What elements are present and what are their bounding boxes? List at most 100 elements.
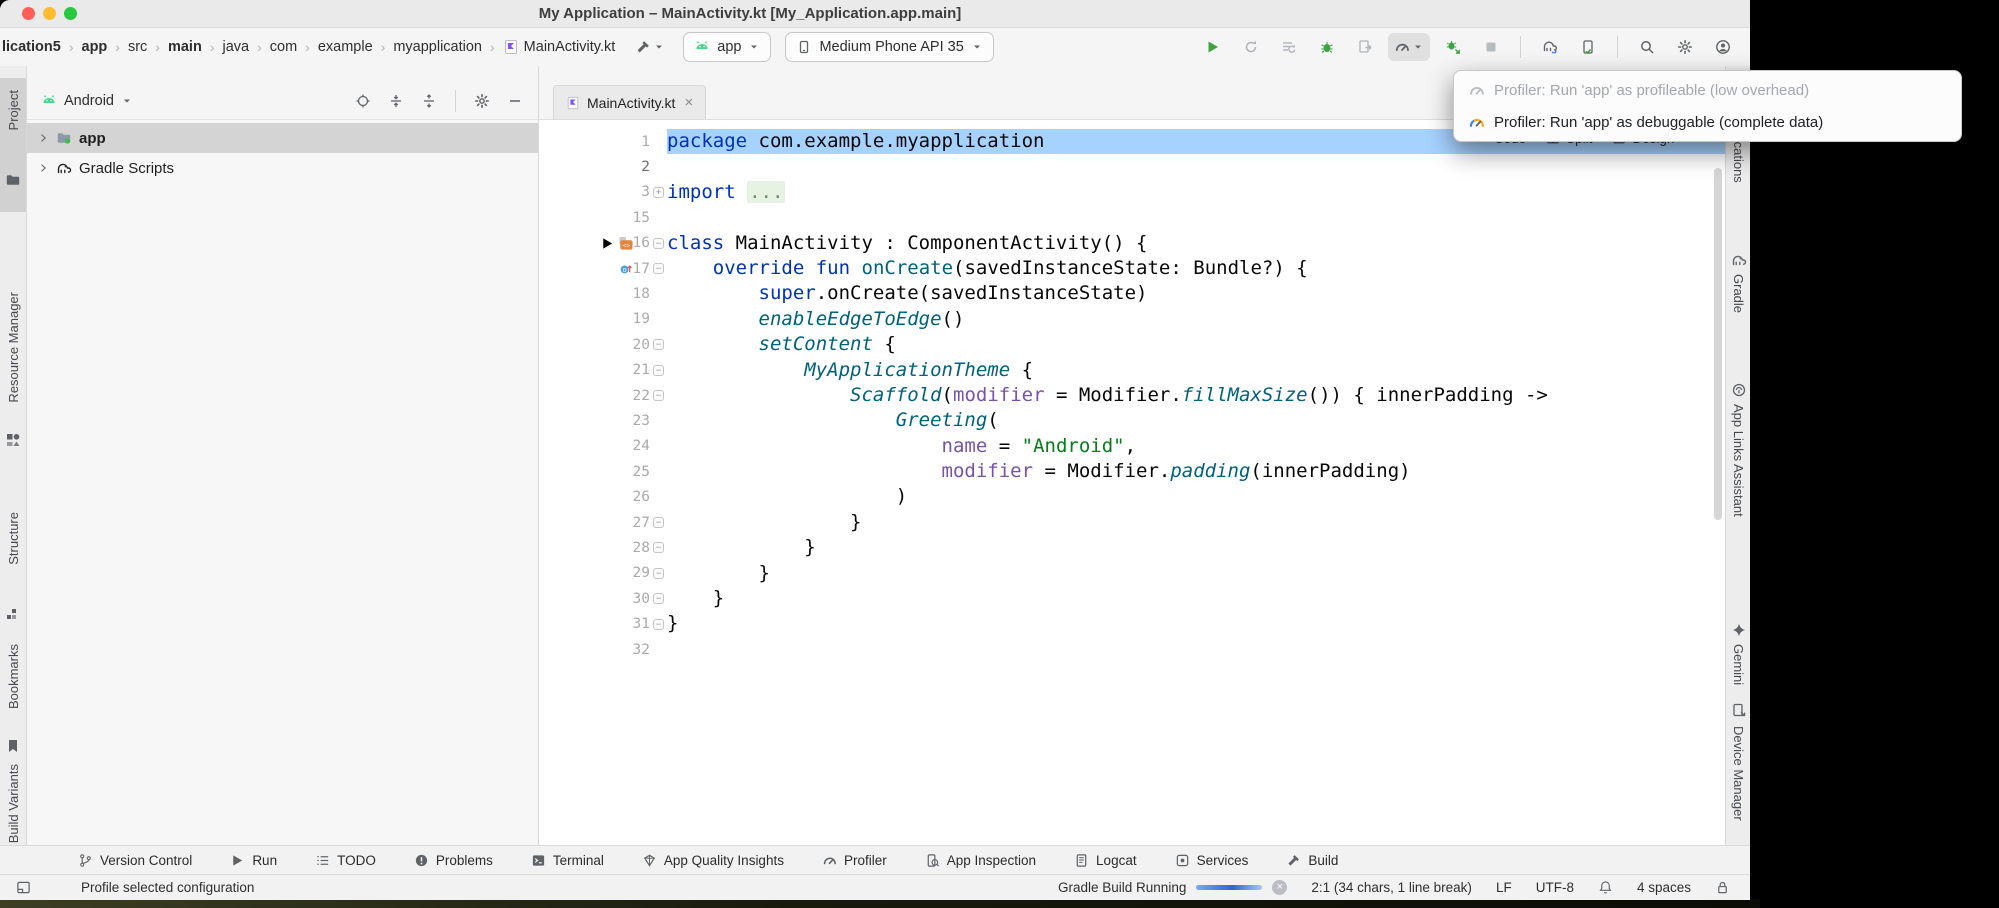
fold-column[interactable]: − xyxy=(650,390,667,401)
line-number: 26 xyxy=(539,489,650,505)
run-button[interactable] xyxy=(1198,33,1228,61)
sidebar-item-resource-manager[interactable]: Resource Manager xyxy=(6,292,21,403)
apply-changes-button[interactable] xyxy=(1274,33,1304,61)
device-manager-button[interactable] xyxy=(1573,33,1603,61)
profiler-button[interactable] xyxy=(1388,33,1430,61)
fold-column[interactable]: − xyxy=(650,365,667,376)
fold-marker[interactable]: − xyxy=(653,365,664,376)
line-ending-widget[interactable]: LF xyxy=(1496,880,1512,895)
apply-code-changes-button[interactable] xyxy=(1350,33,1380,61)
breadcrumb-item[interactable]: java xyxy=(222,39,249,55)
attach-profiler-button[interactable] xyxy=(1438,33,1468,61)
search-everywhere-button[interactable] xyxy=(1632,33,1662,61)
fold-column[interactable]: − xyxy=(650,517,667,528)
fold-marker[interactable]: − xyxy=(653,339,664,350)
fold-marker[interactable]: − xyxy=(653,619,664,630)
chevron-down-icon xyxy=(1412,41,1424,53)
toolwindow-button-problems[interactable]: Problems xyxy=(414,853,493,868)
toolwindow-button-services[interactable]: Services xyxy=(1175,853,1249,868)
lock-icon[interactable] xyxy=(1715,880,1730,895)
editor-scrollbar[interactable] xyxy=(1714,168,1722,520)
sidebar-item-app-links-assistant[interactable]: App Links Assistant xyxy=(1731,404,1746,517)
toolwindow-button-version-control[interactable]: Version Control xyxy=(78,853,192,868)
rerun-button[interactable] xyxy=(1236,33,1266,61)
code-text: MyApplicationTheme { xyxy=(667,358,1725,383)
window-layout-icon[interactable] xyxy=(16,880,31,895)
project-view-select[interactable]: Android xyxy=(64,93,114,109)
fold-marker[interactable]: + xyxy=(653,187,664,198)
toolwindow-button-todo[interactable]: TODO xyxy=(315,853,376,868)
tree-row-gradle-scripts[interactable]: Gradle Scripts xyxy=(27,153,538,183)
sidebar-item-structure[interactable]: Structure xyxy=(6,512,21,565)
fold-column[interactable]: − xyxy=(650,593,667,604)
svg-text:o: o xyxy=(623,267,627,274)
gutter-icons[interactable]: o xyxy=(575,261,633,276)
fold-column[interactable]: − xyxy=(650,568,667,579)
run-configuration-select[interactable]: app xyxy=(683,32,771,62)
fold-marker[interactable]: − xyxy=(653,517,664,528)
chevron-down-icon xyxy=(653,41,665,53)
fold-column[interactable]: − xyxy=(650,542,667,553)
sidebar-item-project[interactable]: Project xyxy=(6,90,21,130)
breadcrumb-item[interactable]: app xyxy=(82,39,108,55)
breadcrumb-item[interactable]: example xyxy=(318,39,373,55)
breadcrumb-item[interactable]: com xyxy=(270,39,297,55)
profiler-menu-item[interactable]: Profiler: Run 'app' as debuggable (compl… xyxy=(1454,106,1961,138)
toolwindow-button-app-inspection[interactable]: App Inspection xyxy=(925,853,1036,868)
panel-options-button[interactable] xyxy=(469,88,495,114)
fold-column[interactable]: − xyxy=(650,238,667,249)
sidebar-item-gemini[interactable]: Gemini xyxy=(1731,644,1746,685)
fold-column[interactable]: + xyxy=(650,187,667,198)
expand-all-button[interactable] xyxy=(383,88,409,114)
fold-marker[interactable]: − xyxy=(653,390,664,401)
cancel-build-button[interactable]: × xyxy=(1272,880,1287,895)
breadcrumb-item[interactable]: myapplication xyxy=(393,39,482,55)
gutter-icons[interactable]: <> xyxy=(575,236,633,251)
fold-marker[interactable]: − xyxy=(653,568,664,579)
tab-mainactivity[interactable]: MainActivity.kt × xyxy=(553,85,706,119)
close-tab-icon[interactable]: × xyxy=(684,95,693,110)
toolwindow-button-run[interactable]: Run xyxy=(230,853,277,868)
sidebar-item-gradle[interactable]: Gradle xyxy=(1731,274,1746,313)
tree-row-app[interactable]: app xyxy=(27,123,538,153)
breadcrumb-item[interactable]: lication5 xyxy=(2,39,61,55)
gradle-sync-button[interactable] xyxy=(1535,33,1565,61)
fold-marker[interactable]: − xyxy=(653,593,664,604)
collapse-all-button[interactable] xyxy=(416,88,442,114)
toolwindow-button-profiler[interactable]: Profiler xyxy=(822,853,887,868)
fold-column[interactable]: − xyxy=(650,619,667,630)
chevron-down-icon[interactable] xyxy=(121,95,133,107)
encoding-widget[interactable]: UTF-8 xyxy=(1536,880,1574,895)
caret-position-widget[interactable]: 2:1 (34 chars, 1 line break) xyxy=(1311,880,1472,895)
stop-button[interactable] xyxy=(1476,33,1506,61)
fold-marker[interactable]: − xyxy=(653,238,664,249)
debug-button[interactable] xyxy=(1312,33,1342,61)
fold-column[interactable]: − xyxy=(650,263,667,274)
select-opened-file-button[interactable] xyxy=(350,88,376,114)
indent-widget[interactable]: 4 spaces xyxy=(1637,880,1691,895)
code-editor[interactable]: CodeSplitDesign✓ 1package com.example.my… xyxy=(539,120,1725,845)
breadcrumb-item[interactable]: MainActivity.kt xyxy=(503,39,616,55)
sidebar-item-bookmarks[interactable]: Bookmarks xyxy=(6,644,21,709)
sidebar-item-build-variants[interactable]: Build Variants xyxy=(6,764,21,843)
profiler-menu-item[interactable]: Profiler: Run 'app' as profileable (low … xyxy=(1454,74,1961,106)
play-icon xyxy=(230,853,245,868)
titlebar: My Application – MainActivity.kt [My_App… xyxy=(0,0,1750,28)
sidebar-item-device-manager[interactable]: Device Manager xyxy=(1731,726,1746,821)
toolwindow-button-build[interactable]: Build xyxy=(1286,853,1338,868)
toolwindow-button-terminal[interactable]: Terminal xyxy=(531,853,604,868)
breadcrumb-item[interactable]: src xyxy=(128,39,147,55)
fold-marker[interactable]: − xyxy=(653,542,664,553)
profile-avatar-button[interactable] xyxy=(1708,33,1738,61)
settings-button[interactable] xyxy=(1670,33,1700,61)
build-button[interactable] xyxy=(631,33,669,61)
bell-icon[interactable] xyxy=(1598,880,1613,895)
toolwindow-button-app-quality-insights[interactable]: App Quality Insights xyxy=(642,853,784,868)
line-number: 27 xyxy=(539,515,650,531)
fold-column[interactable]: − xyxy=(650,339,667,350)
hide-panel-button[interactable] xyxy=(502,88,528,114)
fold-marker[interactable]: − xyxy=(653,263,664,274)
device-select[interactable]: Medium Phone API 35 xyxy=(785,32,993,62)
toolwindow-button-logcat[interactable]: Logcat xyxy=(1074,853,1137,868)
breadcrumb-item[interactable]: main xyxy=(168,39,202,55)
